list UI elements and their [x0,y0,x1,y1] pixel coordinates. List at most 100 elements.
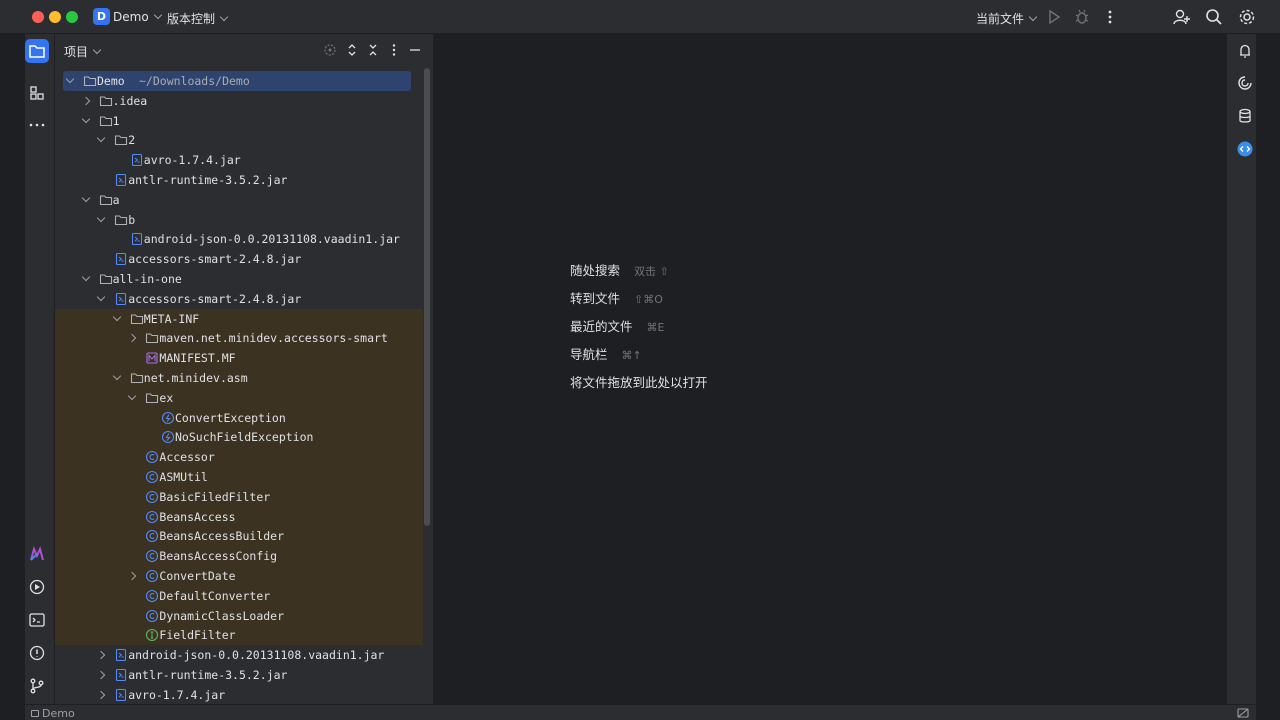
collapse-all-icon[interactable] [365,42,381,58]
status-bar: Demo [25,704,1256,720]
tree-row[interactable]: antlr-runtime-3.5.2.jar [55,665,423,685]
tree-row[interactable]: BeansAccess [55,506,423,527]
chevron-down-icon[interactable] [96,213,106,222]
project-tool-button[interactable] [25,39,49,63]
plugin-tool-button[interactable] [25,542,49,566]
more-tools-button[interactable] [25,113,49,137]
tree-row[interactable]: 1 [55,111,423,131]
chevron-down-icon[interactable] [81,114,90,123]
more-horizontal-icon [29,123,45,127]
chevron-down-icon[interactable] [128,391,137,401]
more-vertical-icon[interactable] [1100,7,1120,27]
hide-panel-icon[interactable] [407,42,423,58]
tree-row-label: .idea [112,93,148,108]
chevron-right-icon[interactable] [128,334,137,343]
zoom-window-button[interactable] [66,11,78,23]
tree-row-label: BeansAccessBuilder [159,529,285,544]
add-user-icon[interactable] [1172,7,1192,27]
tree-row[interactable]: maven.net.minidev.accessors-smart [55,328,423,349]
chevron-down-icon[interactable] [81,193,90,203]
status-project-name[interactable]: Demo [42,707,75,720]
exception-class-icon [161,430,175,444]
project-switcher[interactable]: Demo [113,10,162,24]
project-view-selector[interactable]: 项目 [64,43,102,60]
tree-row[interactable]: DefaultConverter [55,585,423,606]
tree-row[interactable]: accessors-smart-2.4.8.jar [55,249,423,269]
services-tool-button[interactable] [25,575,49,599]
tree-row-label: ex [159,390,174,405]
chevron-down-icon[interactable] [81,272,90,282]
tree-row[interactable]: FieldFilter [55,625,423,646]
vcs-menu[interactable]: 版本控制 [167,10,229,27]
code-with-me-icon[interactable] [1236,140,1254,158]
tree-row[interactable]: android-json-0.0.20131108.vaadin1.jar [55,229,423,249]
tree-row-selected[interactable]: Demo ~/Downloads/Demo [63,71,411,91]
chevron-down-icon[interactable] [65,74,75,84]
project-badge[interactable]: D [93,8,110,25]
tree-row-label: BeansAccess [159,509,236,524]
tree-row[interactable]: .idea [55,91,423,111]
tree-row[interactable]: ASMUtil [55,467,423,487]
tree-scrollbar[interactable] [424,68,430,526]
chevron-right-icon[interactable] [128,571,137,581]
tree-row[interactable]: ConvertException [55,407,423,428]
minimize-window-button[interactable] [49,11,61,23]
tree-row[interactable]: BeansAccessConfig [55,546,423,567]
options-more-icon[interactable] [386,42,402,58]
chevron-right-icon[interactable] [96,650,106,660]
expand-all-icon[interactable] [344,42,360,58]
tree-row-label: BeansAccessConfig [159,549,278,564]
run-config-selector[interactable]: 当前文件 [976,10,1038,27]
tree-row[interactable]: MANIFEST.MF [55,348,423,369]
problems-tool-button[interactable] [25,641,49,665]
tree-row-label: BasicFiledFilter [159,489,271,504]
chevron-down-icon [1028,12,1038,22]
tree-row-label: ConvertDate [159,569,236,583]
tree-row[interactable]: accessors-smart-2.4.8.jar [55,289,423,309]
git-tool-button[interactable] [25,674,49,698]
chevron-right-icon[interactable] [96,690,106,700]
tree-row[interactable]: NoSuchFieldException [55,427,423,448]
tree-row[interactable]: BasicFiledFilter [55,486,423,507]
tree-row[interactable]: Accessor [55,447,423,468]
structure-tool-button[interactable] [25,81,49,105]
debug-icon[interactable] [1072,7,1092,27]
tree-row[interactable]: net.minidev.asm [55,368,423,388]
ai-assistant-icon[interactable] [1236,74,1254,92]
project-name: Demo [113,10,149,24]
tree-row[interactable]: avro-1.7.4.jar [55,685,423,705]
locate-file-icon[interactable] [322,42,338,58]
tree-row[interactable]: antlr-runtime-3.5.2.jar [55,170,423,190]
tree-row-label: maven.net.minidev.accessors-smart [159,331,388,346]
tree-row[interactable]: ex [55,387,423,408]
chevron-right-icon[interactable] [96,670,106,680]
search-icon[interactable] [1204,7,1224,27]
tree-row[interactable]: b [55,210,423,230]
chevron-down-icon[interactable] [96,134,106,143]
tree-row[interactable]: 2 [55,130,423,150]
tree-row[interactable]: META-INF [55,308,423,329]
settings-gear-icon[interactable] [1237,7,1257,27]
chevron-down-icon[interactable] [112,371,122,381]
tree-row-label: accessors-smart-2.4.8.jar [128,252,302,267]
notifications-bell-icon[interactable] [1236,42,1254,60]
tree-row-label: ConvertException [175,410,286,425]
chevron-down-icon[interactable] [112,312,122,321]
terminal-tool-button[interactable] [25,608,49,632]
tree-row-label: 2 [128,133,136,148]
tree-row[interactable]: BeansAccessBuilder [55,526,423,547]
run-icon[interactable] [1044,7,1064,27]
tree-row[interactable]: a [55,190,423,210]
tree-row[interactable]: DynamicClassLoader [55,605,423,626]
tree-row[interactable]: android-json-0.0.20131108.vaadin1.jar [55,645,423,665]
database-icon[interactable] [1236,107,1254,125]
tree-row-label: avro-1.7.4.jar [143,153,241,168]
tree-row[interactable]: avro-1.7.4.jar [55,150,423,170]
tree-row[interactable]: ConvertDate [55,566,423,586]
chevron-down-icon[interactable] [96,292,106,302]
jar-icon [114,648,128,662]
read-only-toggle-icon[interactable] [1236,706,1250,720]
tree-row[interactable]: all-in-one [55,269,423,289]
chevron-right-icon[interactable] [81,96,90,106]
close-window-button[interactable] [32,11,44,23]
